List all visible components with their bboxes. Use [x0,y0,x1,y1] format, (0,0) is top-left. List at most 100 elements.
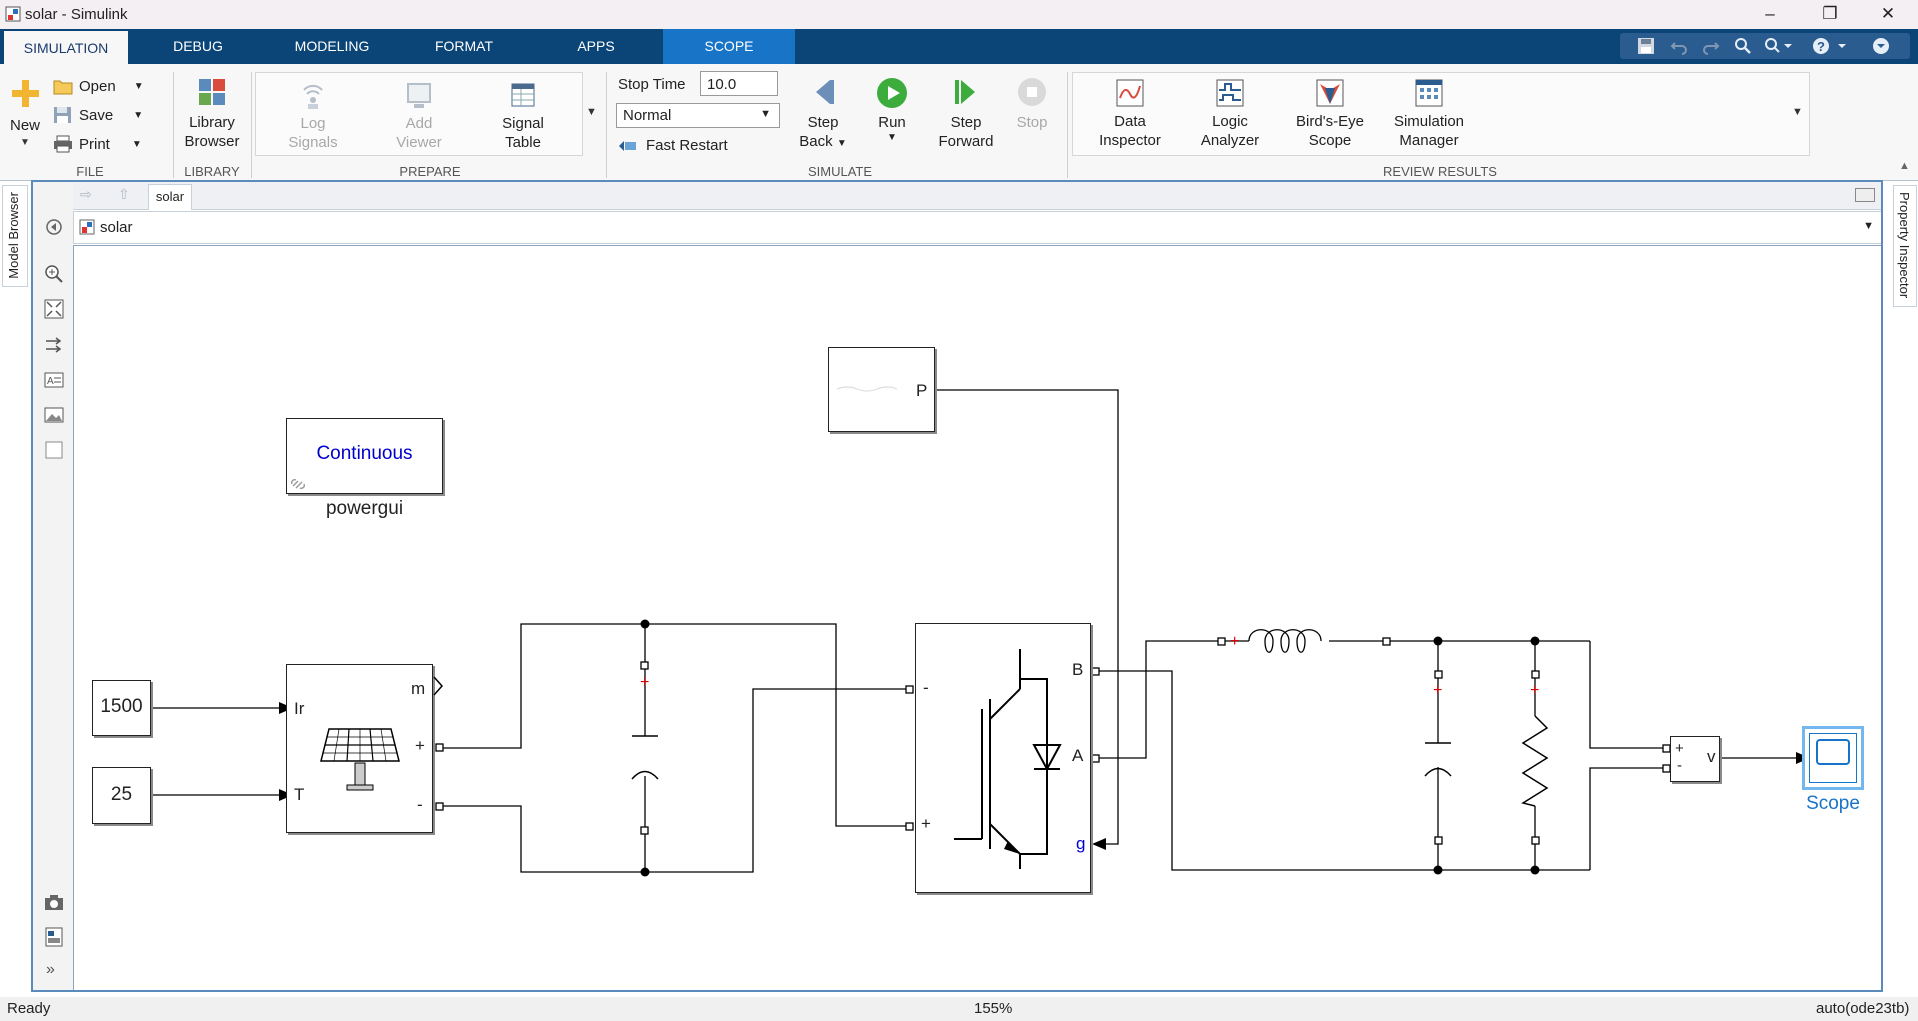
expand-toolbar-icon[interactable]: » [46,961,55,979]
scope-block[interactable] [1802,726,1864,790]
inductor-coil [1225,629,1383,653]
step-back-button[interactable]: Step Back ▼ [798,77,848,153]
library-browser-button[interactable]: Library Browser [178,77,246,151]
tab-scope[interactable]: SCOPE [663,29,795,64]
bridge-port-b: B [1072,660,1084,679]
fast-restart-button[interactable]: Fast Restart [618,136,728,155]
port-bridge-a [1091,754,1100,763]
step-forward-label-1: Step [950,114,982,131]
close-button[interactable]: ✕ [1866,2,1910,26]
data-inspector-button[interactable]: Data Inspector [1090,78,1170,150]
window-title: solar - Simulink [25,6,128,23]
print-label: Print [79,135,110,153]
tab-overview-icon[interactable] [1855,188,1875,202]
port-bridge-b [1091,667,1100,676]
outcap-plus-mark: + [1433,682,1442,699]
search-icon[interactable] [1734,37,1752,55]
bridge-port-minus: - [923,678,929,697]
save-icon[interactable] [1637,37,1655,55]
model-tab-solar[interactable]: solar [148,184,192,210]
camera-icon[interactable] [44,893,64,913]
library-label-2: Browser [184,133,240,150]
universal-bridge-block[interactable]: B A g - + [915,623,1091,893]
port-bridge-plus [905,822,914,831]
property-inspector-tab[interactable]: Property Inspector [1893,185,1917,307]
stop-icon [1018,78,1046,106]
step-back-label-1: Step [807,114,839,131]
tab-format[interactable]: FORMAT [412,29,516,64]
model-browser-tab[interactable]: Model Browser [2,185,28,287]
tab-debug[interactable]: DEBUG [146,29,250,64]
port-outcap-bottom [1434,836,1443,845]
restore-button[interactable]: ❐ [1808,2,1852,26]
stop-time-input[interactable]: 10.0 [700,71,778,96]
minimize-button[interactable]: – [1748,2,1792,26]
tab-simulation[interactable]: SIMULATION [4,29,128,66]
pv-array-block[interactable]: Ir T m + - [286,664,433,833]
simulation-mode-select[interactable]: Normal ▼ [616,103,780,128]
help-icon[interactable]: ? [1812,37,1852,55]
print-dropdown-icon: ▼ [131,138,142,150]
file-group-label: FILE [76,164,104,179]
area-icon[interactable] [44,440,64,460]
address-dropdown-icon[interactable]: ▼ [1863,220,1874,232]
model-data-icon[interactable] [44,927,64,947]
model-canvas[interactable]: + + + + Continuous powergui P 1500 25 Ir… [73,245,1883,992]
new-button[interactable]: New ▼ [8,78,42,148]
forward-arrow-icon[interactable]: ⇨ [80,186,92,203]
zoom-level[interactable]: 155% [974,1000,1012,1017]
chevron-down-icon: ▼ [760,108,771,120]
constant-temperature-block[interactable]: 25 [92,767,151,824]
stop-button[interactable]: Stop [1012,77,1052,132]
hide-explorer-icon[interactable] [45,218,63,236]
prepare-more-icon[interactable]: ▼ [586,106,597,118]
run-label: Run [878,114,906,131]
log-signals-button[interactable]: Log Signals [278,80,348,152]
log-signals-label-1: Log [300,115,326,132]
fit-to-view-icon[interactable] [44,299,64,319]
pv-port-t: T [294,785,305,804]
constant-temperature-value: 25 [110,784,133,805]
annotation-icon[interactable]: A [44,370,64,390]
signal-table-button[interactable]: Signal Table [488,80,558,152]
address-bar[interactable]: solar ▼ [73,211,1883,244]
step-forward-button[interactable]: Step Forward [934,77,998,151]
run-button[interactable]: Run ▼ [870,77,914,143]
step-back-label-2: Back ▼ [798,132,848,153]
add-viewer-button[interactable]: Add Viewer [384,80,454,152]
undo-icon[interactable] [1670,37,1688,55]
zoom-in-icon[interactable] [44,264,64,284]
collapse-toolstrip-icon[interactable] [1872,37,1890,55]
simulation-manager-button[interactable]: Simulation Manager [1388,78,1470,150]
find-model-icon[interactable] [1764,37,1794,55]
ribbon-collapse-icon[interactable]: ▲ [1899,160,1910,172]
powergui-block[interactable]: Continuous [286,418,443,494]
powergui-mode-text: Continuous [316,443,413,464]
redo-icon[interactable] [1702,37,1720,55]
solver-indicator[interactable]: auto(ode23tb) [1816,1000,1909,1017]
play-icon [877,78,907,108]
signal-routing-icon[interactable] [44,335,64,355]
review-more-icon[interactable]: ▼ [1792,106,1803,118]
up-arrow-icon[interactable]: ⇧ [118,186,130,203]
line-bridge-a [1099,640,1221,759]
tab-apps[interactable]: APPS [548,29,644,64]
junction [1530,865,1540,875]
port-l-left [1217,637,1226,646]
junction [1433,636,1443,646]
vm-port-minus: - [1677,757,1682,774]
print-button[interactable]: Print ▼ [53,133,142,155]
tab-modeling[interactable]: MODELING [270,29,394,64]
open-dropdown-icon: ▼ [133,80,144,92]
mppt-block[interactable]: P [828,347,935,432]
logic-analyzer-button[interactable]: Logic Analyzer [1190,78,1270,150]
birds-eye-scope-button[interactable]: Bird's-Eye Scope [1290,78,1370,150]
constant-irradiance-block[interactable]: 1500 [92,680,151,736]
open-button[interactable]: Open ▼ [53,75,144,97]
save-model-button[interactable]: Save ▼ [53,104,143,126]
library-group-label: LIBRARY [184,164,240,179]
image-icon[interactable] [44,405,64,425]
run-dropdown-icon: ▼ [887,132,897,143]
voltage-measurement-block[interactable]: + - v [1670,736,1720,782]
svg-text:A: A [47,376,54,387]
